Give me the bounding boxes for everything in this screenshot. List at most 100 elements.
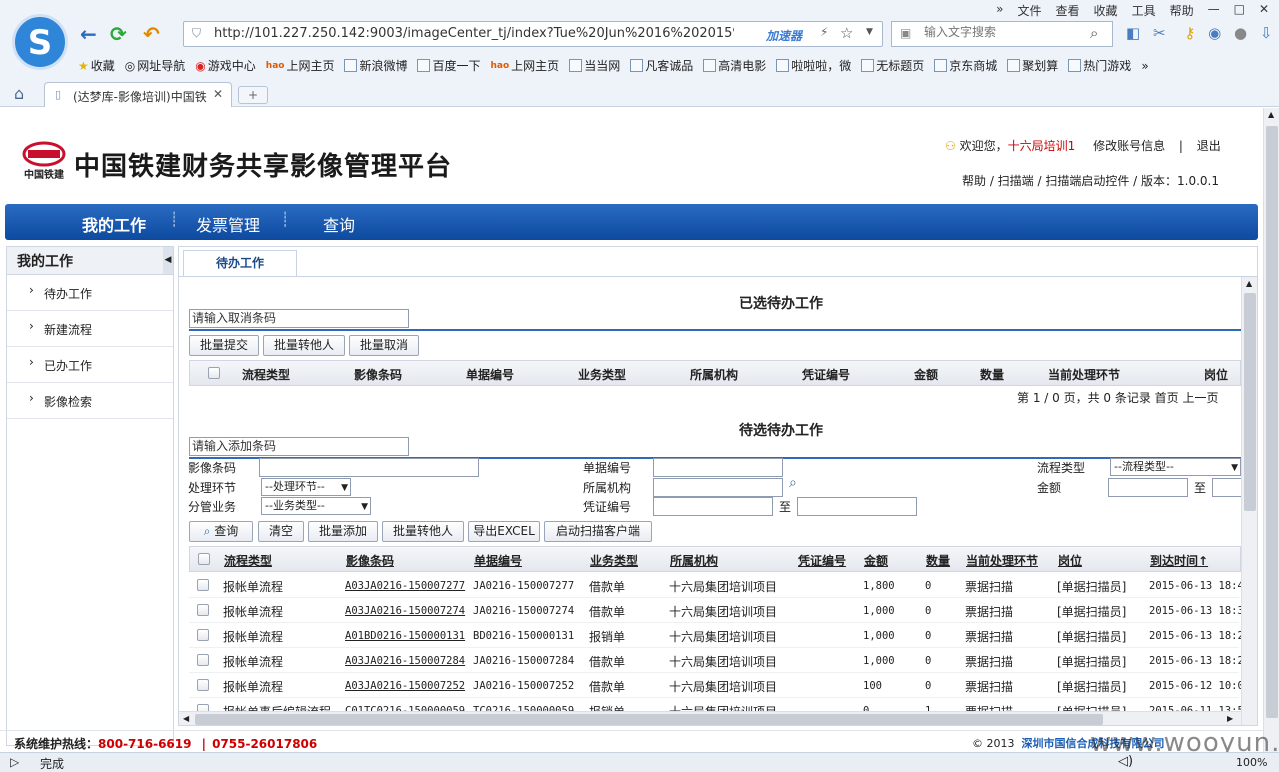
- batch-submit-button[interactable]: 批量提交: [189, 335, 259, 356]
- col-voucher[interactable]: 凭证编号: [802, 366, 850, 383]
- amount-max-field[interactable]: [1212, 478, 1242, 497]
- sidebar-toggle-icon[interactable]: ▷: [10, 755, 19, 769]
- new-tab-button[interactable]: +: [238, 86, 268, 104]
- menu-favorites[interactable]: 收藏: [1094, 2, 1118, 19]
- scroll-left-icon[interactable]: ◀: [183, 714, 189, 723]
- bookmark-nav[interactable]: ◎ 网址导航: [125, 57, 186, 74]
- col-biz-type[interactable]: 业务类型: [578, 366, 626, 383]
- header-links[interactable]: 帮助 / 扫描端 / 扫描端启动控件 / 版本：1.0.0.1: [962, 172, 1219, 189]
- browser-tab[interactable]: ▯ (达梦库-影像培训)中国铁 ✕: [44, 82, 232, 107]
- speed-label[interactable]: 加速器: [766, 27, 802, 44]
- flow-type-select[interactable]: --流程类型--: [1110, 458, 1241, 476]
- col-flow-type[interactable]: 流程类型: [242, 366, 290, 383]
- doc-no-field[interactable]: [653, 458, 783, 477]
- nav-invoice[interactable]: 发票管理: [196, 212, 260, 236]
- scroll-up-icon[interactable]: ▲: [1246, 279, 1252, 288]
- table-row[interactable]: 报帐单流程 A03JA0216-150007284 JA0216-150007284…: [189, 648, 1244, 673]
- step-select[interactable]: --处理环节--: [261, 478, 351, 496]
- sidebar-item-done[interactable]: 已办工作: [7, 347, 173, 383]
- scroll-thumb[interactable]: [1244, 293, 1256, 511]
- lightning-icon[interactable]: ⚡: [820, 25, 828, 39]
- page-vertical-scrollbar[interactable]: ▲: [1263, 108, 1279, 752]
- selected-pager[interactable]: 第 1 / 0 页，共 0 条记录 首页 上一页: [1017, 389, 1218, 406]
- export-excel-button[interactable]: 导出EXCEL: [468, 521, 540, 542]
- minimize-icon[interactable]: —: [1208, 2, 1220, 19]
- bookmark-home-2[interactable]: hao 上网主页: [491, 57, 560, 74]
- tab-close-icon[interactable]: ✕: [213, 87, 223, 101]
- close-icon[interactable]: ✕: [1259, 2, 1269, 19]
- select-all-checkbox[interactable]: [208, 367, 220, 379]
- content-horizontal-scrollbar[interactable]: ◀ ▶: [179, 711, 1241, 725]
- search-box[interactable]: ▣ ⌕: [891, 21, 1113, 47]
- download-icon[interactable]: ⇩: [1260, 24, 1273, 42]
- batch-cancel-button[interactable]: 批量取消: [349, 335, 419, 356]
- cell-image[interactable]: A01BD0216-150000131: [345, 630, 465, 642]
- maximize-icon[interactable]: □: [1234, 2, 1245, 19]
- edit-account-link[interactable]: 修改账号信息: [1093, 139, 1165, 153]
- col-qty[interactable]: 数量: [926, 552, 950, 569]
- bookmark-hotgames[interactable]: 热门游戏: [1068, 57, 1131, 74]
- row-checkbox[interactable]: [197, 654, 209, 666]
- launch-scanner-button[interactable]: 启动扫描客户端: [544, 521, 652, 542]
- org-field[interactable]: [653, 478, 783, 497]
- key-icon[interactable]: ⚷: [1184, 24, 1195, 42]
- scissors-icon[interactable]: ✂: [1153, 24, 1166, 42]
- col-flow-type[interactable]: 流程类型: [224, 552, 272, 569]
- menu-view[interactable]: 查看: [1056, 2, 1080, 19]
- col-voucher[interactable]: 凭证编号: [798, 552, 846, 569]
- voucher-min-field[interactable]: [653, 497, 773, 516]
- row-checkbox[interactable]: [197, 679, 209, 691]
- scroll-thumb[interactable]: [1266, 126, 1278, 718]
- search-icon[interactable]: ⌕: [1090, 24, 1098, 42]
- voucher-max-field[interactable]: [797, 497, 917, 516]
- batch-transfer-button[interactable]: 批量转他人: [263, 335, 345, 356]
- col-doc-no[interactable]: 单据编号: [474, 552, 522, 569]
- table-row[interactable]: 报帐单流程 A01BD0216-150000131 BD0216-150000131…: [189, 623, 1244, 648]
- content-vertical-scrollbar[interactable]: ▲: [1241, 277, 1257, 725]
- cancel-code-input[interactable]: 请输入取消条码: [189, 309, 409, 328]
- batch-transfer-button-2[interactable]: 批量转他人: [382, 521, 464, 542]
- col-biz-type[interactable]: 业务类型: [590, 552, 638, 569]
- cell-image[interactable]: A03JA0216-150007277: [345, 580, 465, 592]
- col-post[interactable]: 岗位: [1204, 366, 1228, 383]
- biz-select[interactable]: --业务类型--: [261, 497, 371, 515]
- search-input[interactable]: [924, 25, 1074, 39]
- tab-todo[interactable]: 待办工作: [183, 250, 297, 276]
- clear-button[interactable]: 清空: [258, 521, 304, 542]
- cell-image[interactable]: A03JA0216-150007274: [345, 605, 465, 617]
- nav-my-work[interactable]: 我的工作: [82, 212, 146, 236]
- globe-icon[interactable]: ◉: [1208, 24, 1221, 42]
- scroll-up-icon[interactable]: ▲: [1268, 110, 1274, 119]
- row-checkbox[interactable]: [197, 629, 209, 641]
- extension-1-icon[interactable]: ◧: [1126, 24, 1140, 42]
- table-row[interactable]: 报帐单流程 A03JA0216-150007277 JA0216-150007277…: [189, 573, 1244, 598]
- back-icon[interactable]: ←: [80, 22, 97, 46]
- bookmark-dangdang[interactable]: 当当网: [569, 57, 620, 74]
- org-search-icon[interactable]: ⌕: [789, 475, 797, 491]
- col-org[interactable]: 所属机构: [670, 552, 718, 569]
- sidebar-item-image-search[interactable]: 影像检索: [7, 383, 173, 419]
- home-icon[interactable]: ⌂: [14, 84, 24, 103]
- sidebar-item-todo[interactable]: 待办工作: [7, 275, 173, 311]
- scroll-thumb[interactable]: [195, 714, 1103, 725]
- bookmark-lalala[interactable]: 啦啦啦，微: [776, 57, 851, 74]
- col-doc-no[interactable]: 单据编号: [466, 366, 514, 383]
- browser-logo[interactable]: S: [12, 14, 68, 70]
- logout-link[interactable]: 退出: [1197, 139, 1221, 153]
- row-checkbox[interactable]: [197, 579, 209, 591]
- amount-min-field[interactable]: [1108, 478, 1188, 497]
- batch-add-button[interactable]: 批量添加: [308, 521, 378, 542]
- col-step[interactable]: 当前处理环节: [1048, 366, 1120, 383]
- zoom-level[interactable]: 100%: [1236, 756, 1267, 769]
- bookmark-untitled[interactable]: 无标题页: [861, 57, 924, 74]
- dropdown-icon[interactable]: ▼: [866, 27, 873, 37]
- address-bar[interactable]: ⛉ http://101.227.250.142:9003/imageCente…: [183, 21, 883, 47]
- bookmark-games[interactable]: ◉ 游戏中心: [195, 57, 256, 74]
- menu-expand-icon[interactable]: »: [996, 2, 1003, 19]
- sidebar-item-new-flow[interactable]: 新建流程: [7, 311, 173, 347]
- bookmark-home[interactable]: hao 上网主页: [266, 57, 335, 74]
- bookmark-movies[interactable]: 高清电影: [703, 57, 766, 74]
- scroll-right-icon[interactable]: ▶: [1227, 714, 1233, 723]
- col-arrive-time[interactable]: 到达时间↑: [1150, 552, 1208, 569]
- add-code-input[interactable]: 请输入添加条码: [189, 437, 409, 456]
